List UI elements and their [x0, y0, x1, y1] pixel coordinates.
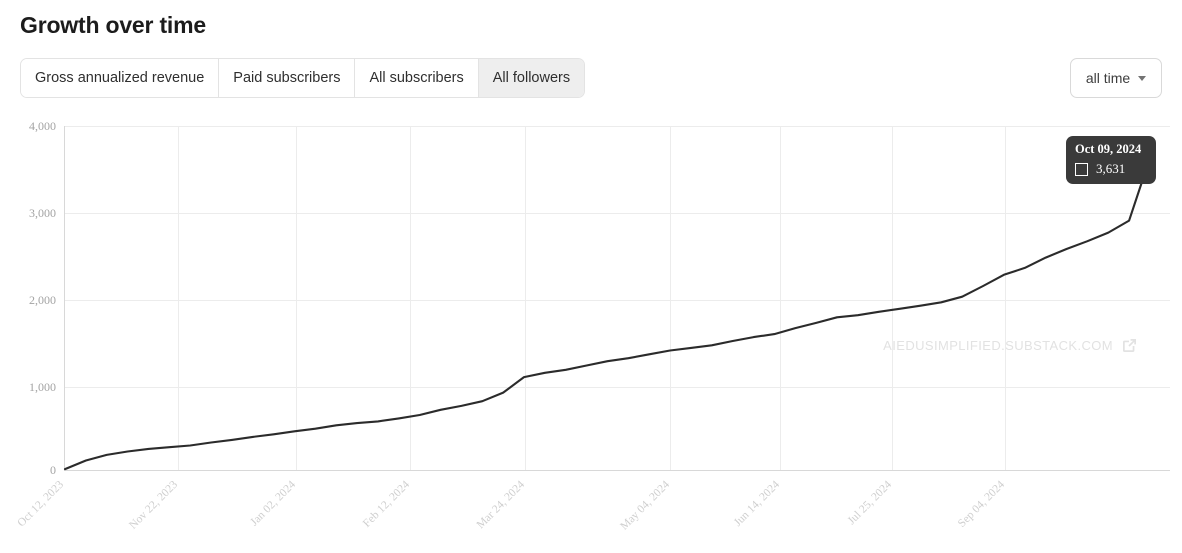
tooltip-date: Oct 09, 2024 — [1075, 142, 1142, 156]
page-title: Growth over time — [20, 12, 206, 38]
followers-line-series — [63, 156, 1152, 471]
chart-gridlines — [64, 126, 1170, 471]
x-tick-label: Nov 22, 2023 — [127, 478, 180, 531]
y-axis-ticks: 4,000 3,000 2,000 1,000 0 — [29, 119, 56, 477]
time-range-dropdown[interactable]: all time — [1070, 58, 1162, 98]
watermark-label: AIEDUSIMPLIFIED.SUBSTACK.COM — [883, 338, 1113, 353]
square-outline-icon — [1075, 162, 1088, 176]
x-tick-label: Feb 12, 2024 — [361, 478, 412, 529]
y-tick-label: 4,000 — [29, 119, 56, 133]
x-tick-label: Jul 25, 2024 — [846, 478, 895, 527]
x-tick-label: Sep 04, 2024 — [956, 478, 1007, 529]
x-tick-label: Mar 24, 2024 — [475, 478, 528, 531]
x-tick-label: Jan 02, 2024 — [248, 478, 298, 528]
tooltip-value: 3,631 — [1096, 161, 1126, 176]
chart-tooltip: Oct 09, 2024 3,631 — [1066, 136, 1156, 184]
tooltip-value-row: 3,631 — [1075, 161, 1147, 177]
chart-canvas: 4,000 3,000 2,000 1,000 0 Oct 12, 2023 N… — [15, 119, 1170, 533]
x-tick-label: May 04, 2024 — [618, 478, 672, 532]
growth-chart: 4,000 3,000 2,000 1,000 0 Oct 12, 2023 N… — [0, 110, 1182, 553]
tab-gross-annualized-revenue[interactable]: Gross annualized revenue — [21, 59, 220, 97]
y-tick-label: 1,000 — [29, 380, 56, 394]
x-tick-label: Jun 14, 2024 — [732, 478, 782, 528]
y-tick-label: 3,000 — [29, 206, 56, 220]
x-tick-label: Oct 12, 2023 — [15, 478, 66, 529]
tab-all-followers[interactable]: All followers — [478, 59, 585, 97]
metric-tab-bar: Gross annualized revenue Paid subscriber… — [20, 58, 586, 98]
y-tick-label: 2,000 — [29, 293, 56, 307]
time-range-value: all time — [1085, 70, 1131, 86]
tab-all-subscribers[interactable]: All subscribers — [355, 59, 479, 97]
external-link-icon — [1123, 339, 1136, 352]
watermark: AIEDUSIMPLIFIED.SUBSTACK.COM — [883, 337, 1138, 354]
chevron-down-icon — [1138, 75, 1147, 81]
tab-paid-subscribers[interactable]: Paid subscribers — [219, 59, 356, 97]
y-tick-label: 0 — [50, 463, 56, 477]
x-axis-ticks: Oct 12, 2023 Nov 22, 2023 Jan 02, 2024 F… — [15, 478, 1007, 532]
